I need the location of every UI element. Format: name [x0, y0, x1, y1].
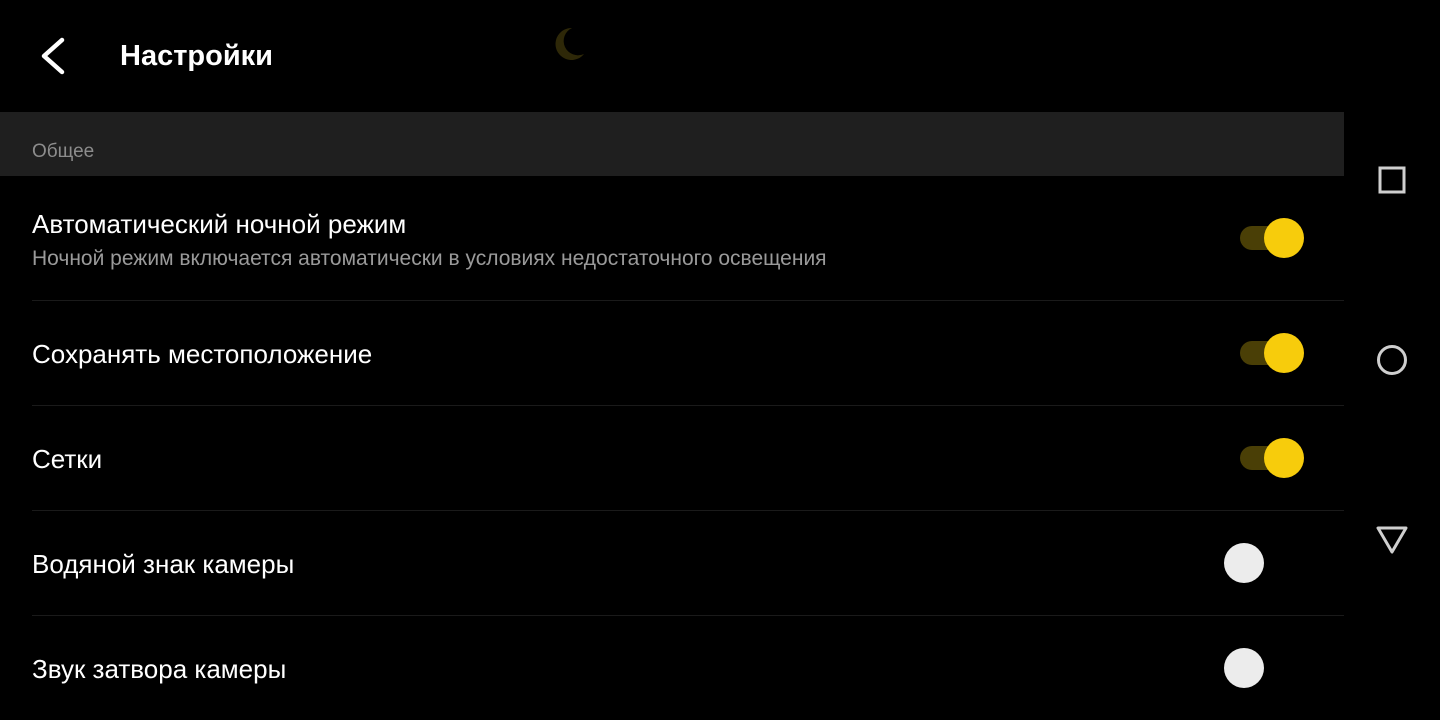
setting-title: Сетки — [32, 444, 103, 474]
setting-row-grids[interactable]: Сетки — [0, 406, 1344, 511]
setting-title: Звук затвора камеры — [32, 654, 287, 684]
toggle-thumb — [1224, 543, 1264, 583]
triangle-icon — [1376, 526, 1408, 554]
section-header-general: Общее — [0, 112, 1344, 176]
setting-row-save-location[interactable]: Сохранять местоположение — [0, 301, 1344, 406]
grids-toggle[interactable] — [1238, 436, 1308, 480]
recents-button[interactable] — [1372, 160, 1412, 200]
chevron-left-icon — [41, 37, 65, 75]
setting-title: Сохранять местоположение — [32, 339, 373, 369]
circle-icon — [1377, 345, 1407, 375]
square-icon — [1378, 166, 1406, 194]
toggle-thumb — [1224, 648, 1264, 688]
moon-icon — [550, 24, 590, 64]
nav-back-button[interactable] — [1372, 520, 1412, 560]
toggle-thumb — [1264, 438, 1304, 478]
settings-screen: Настройки Общее Автоматический ночной ре… — [0, 0, 1440, 720]
system-navigation-bar — [1344, 0, 1440, 720]
settings-list: Автоматический ночной режим Ночной режим… — [0, 176, 1344, 720]
setting-row-shutter-sound[interactable]: Звук затвора камеры — [0, 616, 1344, 720]
setting-row-auto-night-mode[interactable]: Автоматический ночной режим Ночной режим… — [0, 176, 1344, 301]
toggle-thumb — [1264, 333, 1304, 373]
app-header: Настройки — [0, 0, 1344, 112]
toggle-thumb — [1264, 218, 1304, 258]
section-label: Общее — [32, 141, 95, 162]
back-button[interactable] — [30, 30, 80, 82]
page-title: Настройки — [120, 40, 274, 72]
shutter-sound-toggle[interactable] — [1224, 646, 1308, 690]
auto-night-mode-toggle[interactable] — [1238, 216, 1308, 260]
home-button[interactable] — [1372, 340, 1412, 380]
save-location-toggle[interactable] — [1238, 331, 1308, 375]
setting-title: Водяной знак камеры — [32, 549, 295, 579]
setting-title: Автоматический ночной режим — [32, 209, 407, 239]
camera-watermark-toggle[interactable] — [1224, 541, 1308, 585]
setting-row-camera-watermark[interactable]: Водяной знак камеры — [0, 511, 1344, 616]
setting-subtitle: Ночной режим включается автоматически в … — [32, 247, 827, 270]
